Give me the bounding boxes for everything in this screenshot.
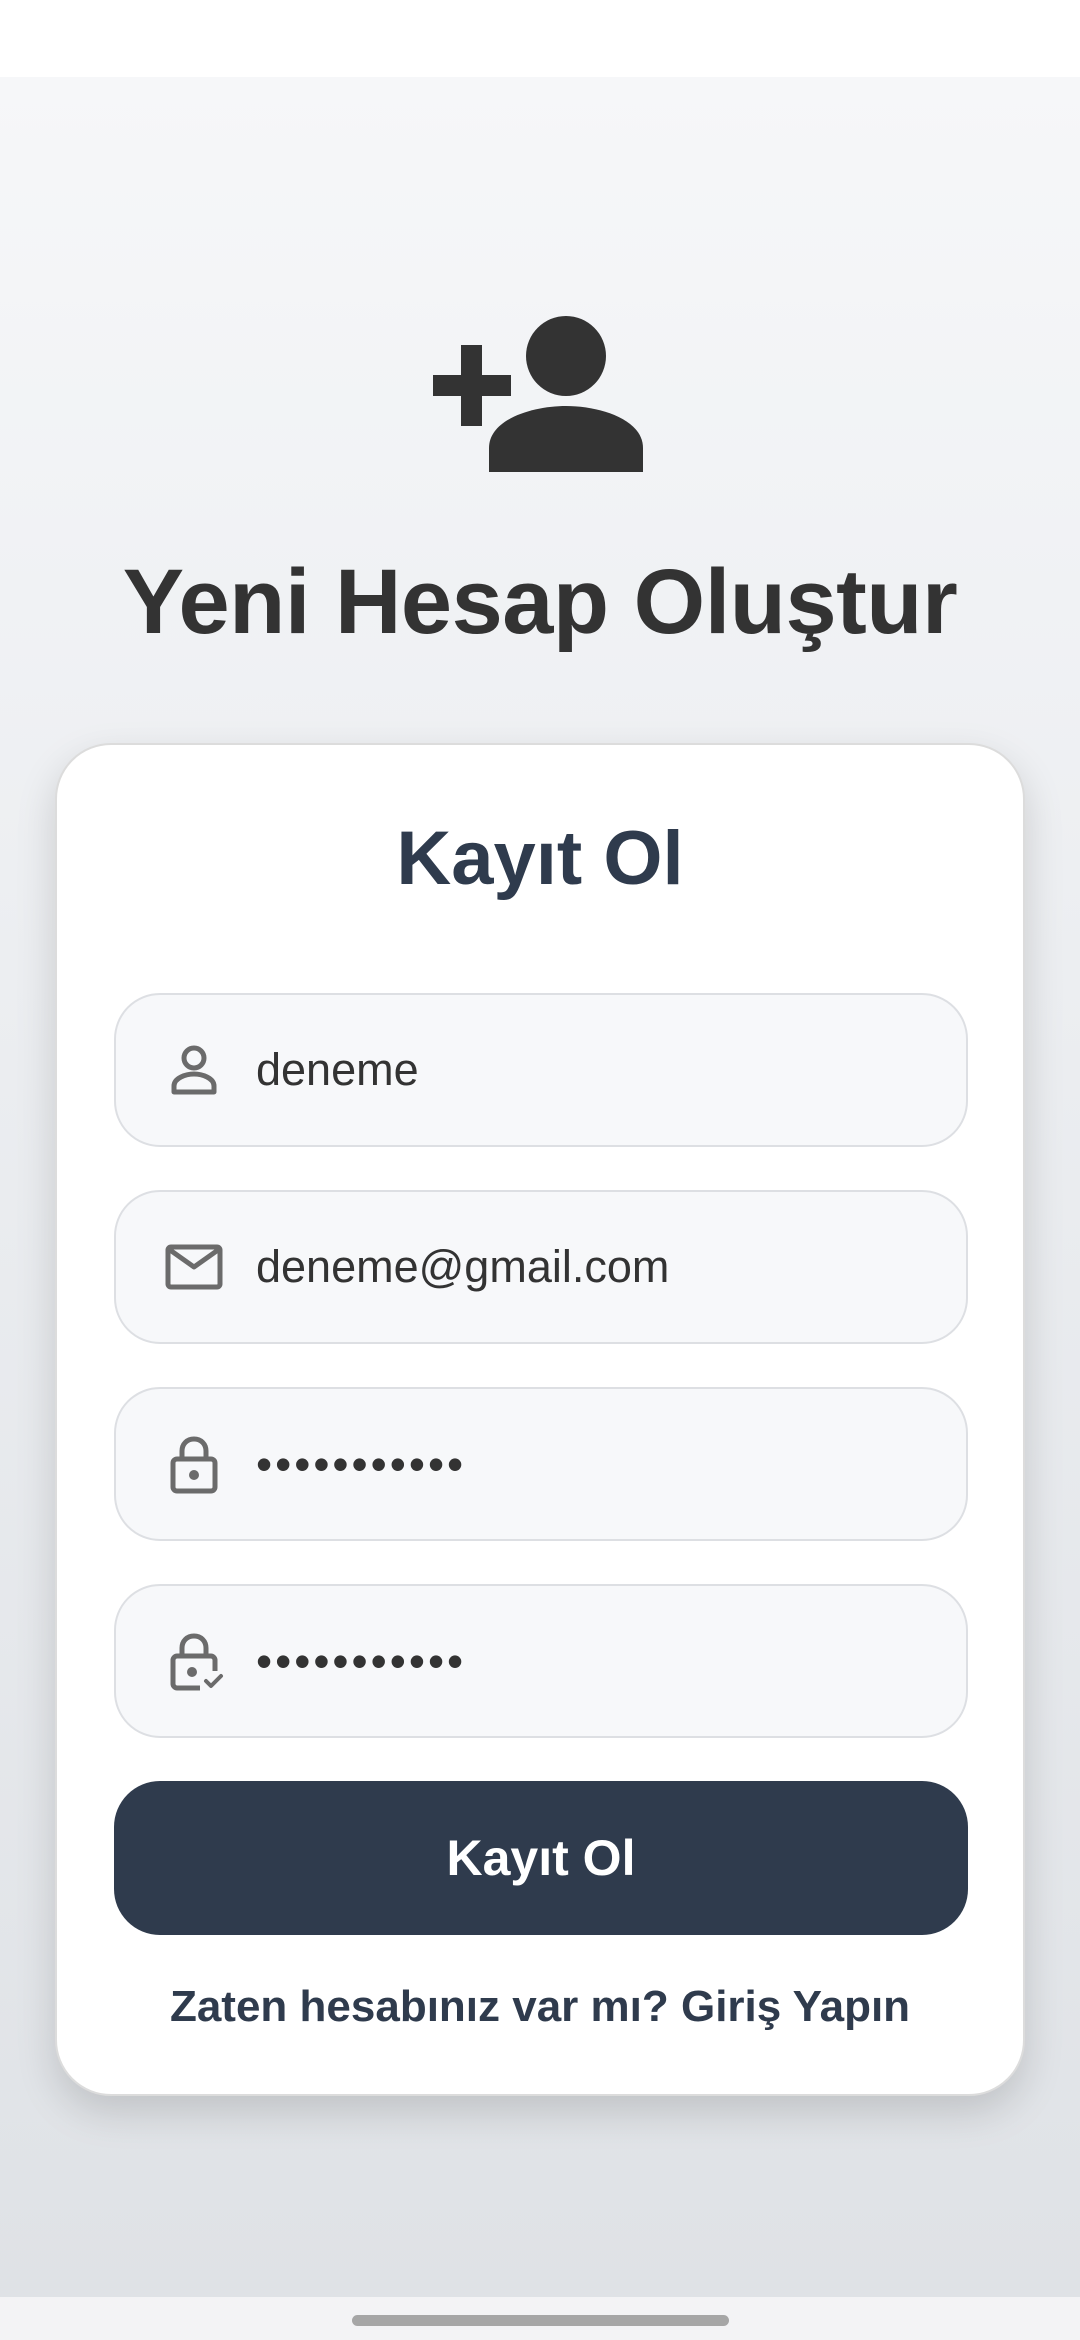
person-icon: [171, 1045, 217, 1095]
register-card: Kayıt Ol deneme deneme@gmail.com •••••••…: [55, 743, 1025, 2096]
password-confirm-field[interactable]: •••••••••••: [114, 1584, 968, 1738]
page-title: Yeni Hesap Oluştur: [122, 551, 958, 653]
password-field[interactable]: •••••••••••: [114, 1387, 968, 1541]
email-field[interactable]: deneme@gmail.com: [114, 1190, 968, 1344]
login-link[interactable]: Zaten hesabınız var mı? Giriş Yapın: [57, 1982, 1023, 2032]
register-button[interactable]: Kayıt Ol: [114, 1781, 968, 1935]
lock-check-icon: [170, 1633, 223, 1691]
password-confirm-input[interactable]: •••••••••••: [256, 1586, 466, 1736]
email-input[interactable]: deneme@gmail.com: [256, 1192, 669, 1342]
card-title: Kayıt Ol: [396, 816, 684, 901]
username-input[interactable]: deneme: [256, 995, 419, 1145]
password-input[interactable]: •••••••••••: [256, 1389, 466, 1539]
username-field[interactable]: deneme: [114, 993, 968, 1147]
person-add-icon: [433, 316, 643, 472]
mail-icon: [165, 1244, 223, 1290]
home-indicator[interactable]: [352, 2315, 729, 2326]
lock-icon: [170, 1436, 218, 1494]
status-bar: [0, 0, 1080, 77]
